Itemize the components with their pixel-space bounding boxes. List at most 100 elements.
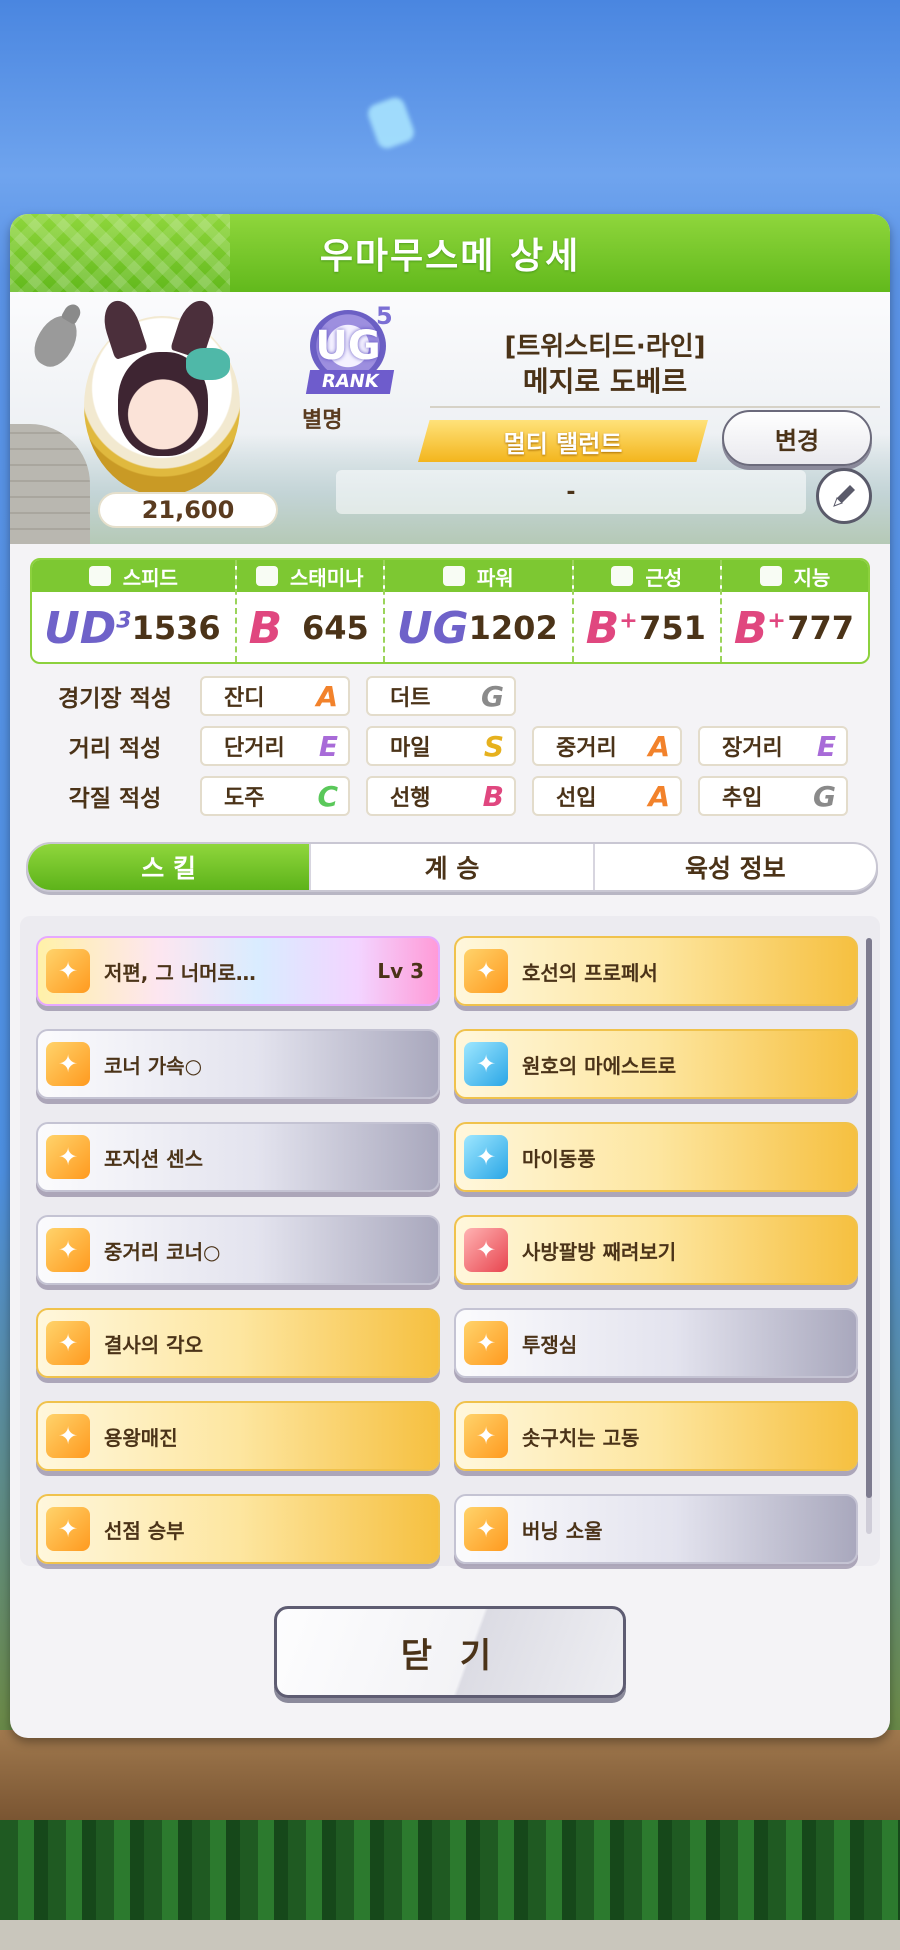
character-name: 메지로 도베르: [522, 365, 688, 398]
track-aptitude-row: 경기장 적성 잔디 A 더트 G: [30, 676, 532, 716]
stat-grade: UG: [396, 602, 469, 654]
skill-name: 버닝 소울: [522, 1518, 603, 1543]
skill-icon: ✦: [464, 1228, 508, 1272]
skill-icon: ✦: [464, 1507, 508, 1551]
skill-card[interactable]: ✦ 사방팔방 째려보기: [454, 1215, 858, 1285]
stat-grade: UD3: [44, 602, 132, 654]
edit-nickname-button[interactable]: [816, 468, 872, 524]
skill-name: 결사의 각오: [104, 1332, 203, 1357]
skill-card[interactable]: ✦ 마이동풍: [454, 1122, 858, 1192]
stat-grade: B: [248, 602, 283, 654]
aptitude-item: 장거리 E: [698, 726, 848, 766]
skill-name: 호선의 프로페서: [522, 960, 658, 985]
skill-card[interactable]: ✦ 중거리 코너○: [36, 1215, 440, 1285]
profile-header: 21,600 UG 5 RANK 별명 [트위스티드·라인] 메지로 도베르 멀…: [10, 292, 890, 544]
skill-icon: ✦: [46, 1135, 90, 1179]
aptitude-item: 선입 A: [532, 776, 682, 816]
aptitude-item: 잔디 A: [200, 676, 350, 716]
stats-panel: 스피드 UD3 1536 스태미나 B 645 파워 UG 1202 근성 B+: [30, 558, 870, 664]
skill-list-scrollbar[interactable]: [866, 938, 872, 1534]
stat-value: 777: [787, 609, 855, 647]
skill-name: 코너 가속○: [104, 1053, 203, 1078]
stat-wisdom: 지능 B+ 777: [721, 560, 868, 662]
heart-icon: [255, 566, 278, 586]
stat-stamina: 스태미나 B 645: [236, 560, 385, 662]
background-path: [0, 1920, 900, 1950]
aptitude-item: 선행 B: [366, 776, 516, 816]
skill-icon: ✦: [464, 1414, 508, 1458]
carrot-icon: [26, 308, 86, 374]
skill-icon: ✦: [46, 1414, 90, 1458]
skill-card[interactable]: ✦ 솟구치는 고동: [454, 1401, 858, 1471]
stat-value: 1202: [468, 609, 558, 647]
skill-icon: ✦: [46, 1042, 90, 1086]
aptitude-item: 마일 S: [366, 726, 516, 766]
skill-icon: ✦: [46, 1228, 90, 1272]
skill-card[interactable]: ✦ 원호의 마에스트로: [454, 1029, 858, 1099]
stat-value: 1536: [131, 609, 221, 647]
skill-icon: ✦: [464, 1135, 508, 1179]
distance-aptitude-row: 거리 적성 단거리 E 마일 S 중거리 A 장거리 E: [30, 726, 864, 766]
skill-name: 용왕매진: [104, 1425, 178, 1450]
tab-skills[interactable]: 스 킬: [28, 844, 312, 890]
skill-name: 원호의 마에스트로: [522, 1053, 677, 1078]
tab-inheritance[interactable]: 계 승: [311, 844, 595, 890]
skill-level: Lv 3: [377, 959, 424, 983]
character-hair-ribbon: [186, 348, 230, 380]
stat-power: 파워 UG 1202: [384, 560, 574, 662]
aptitude-label: 거리 적성: [68, 736, 162, 762]
pencil-icon: [833, 485, 855, 507]
stat-guts: 근성 B+ 751: [573, 560, 722, 662]
skill-card[interactable]: ✦ 저편, 그 너머로… Lv 3: [36, 936, 440, 1006]
style-aptitude-row: 각질 적성 도주 C 선행 B 선입 A 추입 G: [30, 776, 864, 816]
skill-card[interactable]: ✦ 투쟁심: [454, 1308, 858, 1378]
skill-card[interactable]: ✦ 호선의 프로페서: [454, 936, 858, 1006]
skill-card[interactable]: ✦ 포지션 센스: [36, 1122, 440, 1192]
detail-tabs: 스 킬 계 승 육성 정보: [26, 842, 878, 892]
aptitude-item: 더트 G: [366, 676, 516, 716]
skill-icon: ✦: [46, 1507, 90, 1551]
evaluation-score: 21,600: [98, 492, 278, 528]
skill-icon: ✦: [46, 949, 90, 993]
umamusume-detail-dialog: 우마무스메 상세 21,600 UG 5 RANK 별명 [트위스티드·라인] …: [10, 214, 890, 1738]
background-railing: [0, 1730, 900, 1820]
talent-banner: 멀티 탤런트: [418, 420, 708, 462]
name-divider: [430, 406, 880, 408]
change-button[interactable]: 변경: [722, 410, 872, 466]
aptitude-item: 추입 G: [698, 776, 848, 816]
dialog-title: 우마무스메 상세: [10, 214, 890, 292]
skill-icon: ✦: [464, 1321, 508, 1365]
skill-name: 선점 승부: [104, 1518, 185, 1543]
tab-training-info[interactable]: 육성 정보: [595, 844, 876, 890]
skill-name: 저편, 그 너머로…: [104, 960, 256, 985]
flame-icon: [611, 566, 634, 586]
skill-card[interactable]: ✦ 결사의 각오: [36, 1308, 440, 1378]
skill-card[interactable]: ✦ 버닝 소울: [454, 1494, 858, 1564]
stat-value: 751: [639, 609, 706, 647]
aptitude-label: 경기장 적성: [58, 686, 172, 712]
stat-grade: B+: [585, 602, 638, 654]
skill-name: 사방팔방 째려보기: [522, 1239, 677, 1264]
skill-name: 중거리 코너○: [104, 1239, 221, 1264]
shoe-icon: [88, 566, 111, 586]
skill-card[interactable]: ✦ 선점 승부: [36, 1494, 440, 1564]
background-light-glint: [365, 94, 417, 152]
nickname-field: -: [336, 470, 806, 514]
aptitude-item: 단거리 E: [200, 726, 350, 766]
skill-name: 마이동풍: [522, 1146, 596, 1171]
skill-card[interactable]: ✦ 코너 가속○: [36, 1029, 440, 1099]
stat-value: 645: [302, 609, 369, 647]
rank-badge-icon: UG 5 RANK: [298, 300, 406, 400]
nickname-label: 별명: [302, 408, 343, 433]
muscle-icon: [442, 566, 465, 586]
skill-list[interactable]: ✦ 저편, 그 너머로… Lv 3 ✦ 호선의 프로페서 ✦ 코너 가속○ ✦ 원호의 마에스트…: [20, 916, 880, 1566]
close-button[interactable]: 닫 기: [274, 1606, 626, 1698]
aptitude-label: 각질 적성: [68, 786, 162, 812]
stat-grade: B+: [733, 602, 786, 654]
skill-card[interactable]: ✦ 용왕매진: [36, 1401, 440, 1471]
background-hedge: [0, 1820, 900, 1920]
skill-icon: ✦: [464, 1042, 508, 1086]
graduation-cap-icon: [759, 566, 782, 586]
skill-name: 솟구치는 고동: [522, 1425, 640, 1450]
character-epithet: [트위스티드·라인]: [504, 332, 706, 362]
